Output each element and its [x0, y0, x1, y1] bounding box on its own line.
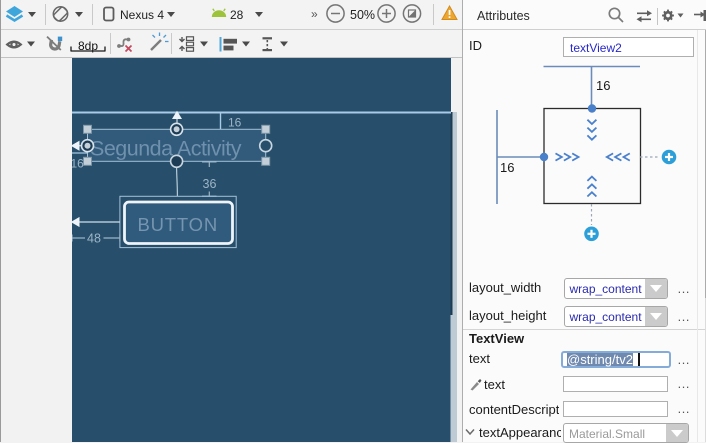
svg-text:16: 16: [596, 78, 610, 93]
svg-text:16: 16: [228, 116, 242, 130]
svg-text:16: 16: [500, 160, 514, 175]
svg-text:Segunda Activity: Segunda Activity: [90, 137, 242, 161]
svg-text:36: 36: [203, 177, 217, 191]
svg-text:16: 16: [71, 157, 85, 171]
svg-text:48: 48: [87, 232, 101, 246]
svg-text:BUTTON: BUTTON: [138, 214, 219, 235]
